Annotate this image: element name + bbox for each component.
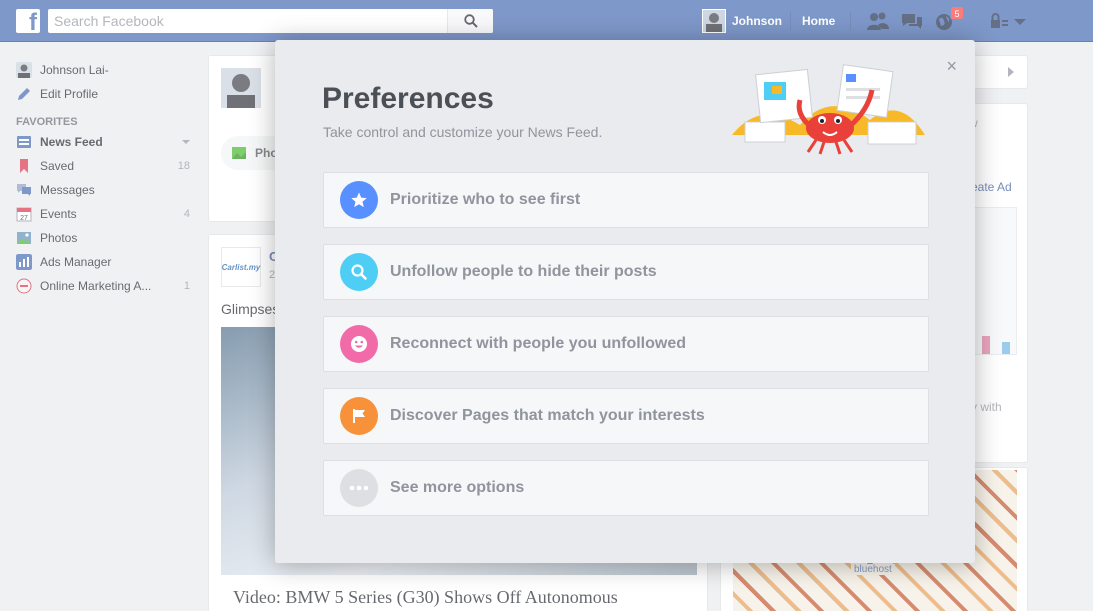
dialog-subtitle: Take control and customize your News Fee… — [323, 124, 603, 140]
flag-icon — [340, 397, 378, 435]
close-icon[interactable]: × — [946, 56, 957, 77]
search-icon — [340, 253, 378, 291]
option-prioritize-who-to-see-first[interactable]: Prioritize who to see first — [323, 172, 929, 228]
option-see-more-options[interactable]: See more options — [323, 460, 929, 516]
star-icon — [340, 181, 378, 219]
smiley-icon — [340, 325, 378, 363]
news-feed-preferences-dialog: × Preferences Take control and customize… — [275, 40, 975, 563]
option-label: Prioritize who to see first — [390, 191, 581, 208]
option-reconnect-people[interactable]: Reconnect with people you unfollowed — [323, 316, 929, 372]
option-label: Discover Pages that match your interests — [390, 407, 705, 424]
option-label: Reconnect with people you unfollowed — [390, 335, 687, 352]
option-unfollow-people[interactable]: Unfollow people to hide their posts — [323, 244, 929, 300]
option-label: See more options — [390, 479, 525, 496]
crab-illustration-icon — [732, 64, 925, 155]
dialog-title: Preferences — [322, 82, 494, 115]
option-discover-pages[interactable]: Discover Pages that match your interests — [323, 388, 929, 444]
option-label: Unfollow people to hide their posts — [390, 263, 657, 280]
more-icon — [340, 469, 378, 507]
